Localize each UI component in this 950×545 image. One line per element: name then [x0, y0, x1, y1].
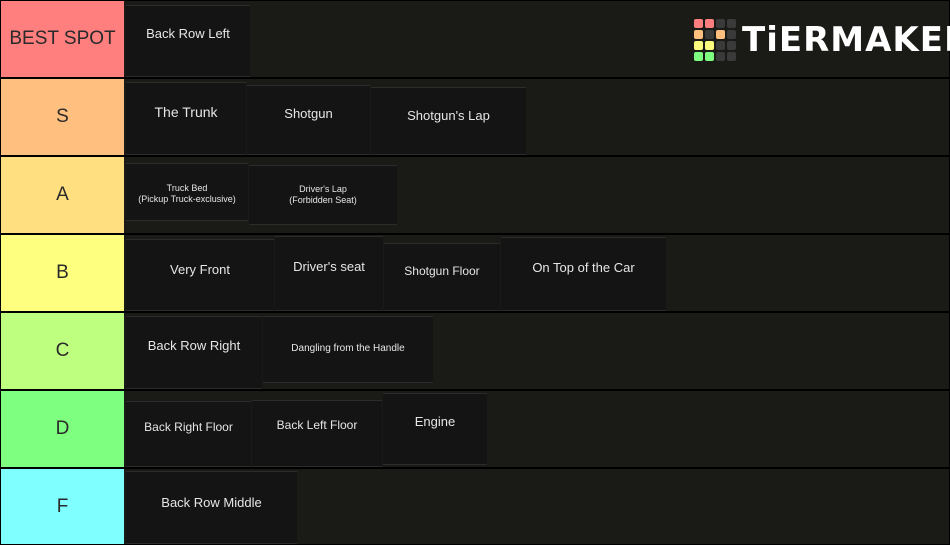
tier-items-d[interactable]: Back Right Floor Back Left Floor Engine — [126, 391, 949, 467]
tier-item-drivers-seat[interactable]: Driver's seat — [275, 236, 383, 311]
tier-label-b[interactable]: B — [1, 235, 124, 311]
tier-list-board: BEST SPOT Back Row Left S The Trunk Shot… — [0, 0, 950, 545]
tier-row-a: A Truck Bed (Pickup Truck-exclusive) Dri… — [1, 157, 949, 233]
tier-item-drivers-lap[interactable]: Driver's Lap (Forbidden Seat) — [249, 165, 397, 225]
tier-item-back-row-middle[interactable]: Back Row Middle — [126, 471, 297, 544]
tier-label-f[interactable]: F — [1, 469, 124, 544]
tier-item-back-left-floor[interactable]: Back Left Floor — [252, 400, 382, 467]
tier-item-dangling-from-the-handle[interactable]: Dangling from the Handle — [263, 316, 433, 383]
tier-row-d: D Back Right Floor Back Left Floor Engin… — [1, 391, 949, 467]
tiermaker-logo[interactable]: TiERMAKER — [694, 19, 950, 63]
tier-label-a[interactable]: A — [1, 157, 124, 233]
tier-items-f[interactable]: Back Row Middle — [126, 469, 949, 544]
tier-item-very-front[interactable]: Very Front — [126, 239, 274, 311]
tiermaker-wordmark: TiERMAKER — [742, 20, 950, 60]
tier-item-shotguns-lap[interactable]: Shotgun's Lap — [371, 87, 526, 155]
tier-item-back-row-left[interactable]: Back Row Left — [126, 5, 250, 77]
tier-item-shotgun[interactable]: Shotgun — [247, 85, 370, 155]
tier-item-on-top-of-the-car[interactable]: On Top of the Car — [501, 237, 666, 311]
tier-item-back-row-right[interactable]: Back Row Right — [126, 316, 262, 389]
tier-row-b: B Very Front Driver's seat Shotgun Floor… — [1, 235, 949, 311]
tier-label-c[interactable]: C — [1, 313, 124, 389]
tier-label-s[interactable]: S — [1, 79, 124, 155]
tier-row-c: C Back Row Right Dangling from the Handl… — [1, 313, 949, 389]
tier-items-s[interactable]: The Trunk Shotgun Shotgun's Lap — [126, 79, 949, 155]
tier-row-s: S The Trunk Shotgun Shotgun's Lap — [1, 79, 949, 155]
tier-items-b[interactable]: Very Front Driver's seat Shotgun Floor O… — [126, 235, 949, 311]
tier-item-truck-bed[interactable]: Truck Bed (Pickup Truck-exclusive) — [126, 163, 248, 221]
tier-items-a[interactable]: Truck Bed (Pickup Truck-exclusive) Drive… — [126, 157, 949, 233]
tier-item-back-right-floor[interactable]: Back Right Floor — [126, 401, 251, 467]
tier-items-c[interactable]: Back Row Right Dangling from the Handle — [126, 313, 949, 389]
tier-item-the-trunk[interactable]: The Trunk — [126, 82, 246, 155]
tier-item-engine[interactable]: Engine — [383, 393, 487, 465]
tier-label-best-spot[interactable]: BEST SPOT — [1, 1, 124, 77]
tier-label-d[interactable]: D — [1, 391, 124, 467]
tier-item-shotgun-floor[interactable]: Shotgun Floor — [384, 243, 500, 311]
tier-row-f: F Back Row Middle — [1, 469, 949, 544]
